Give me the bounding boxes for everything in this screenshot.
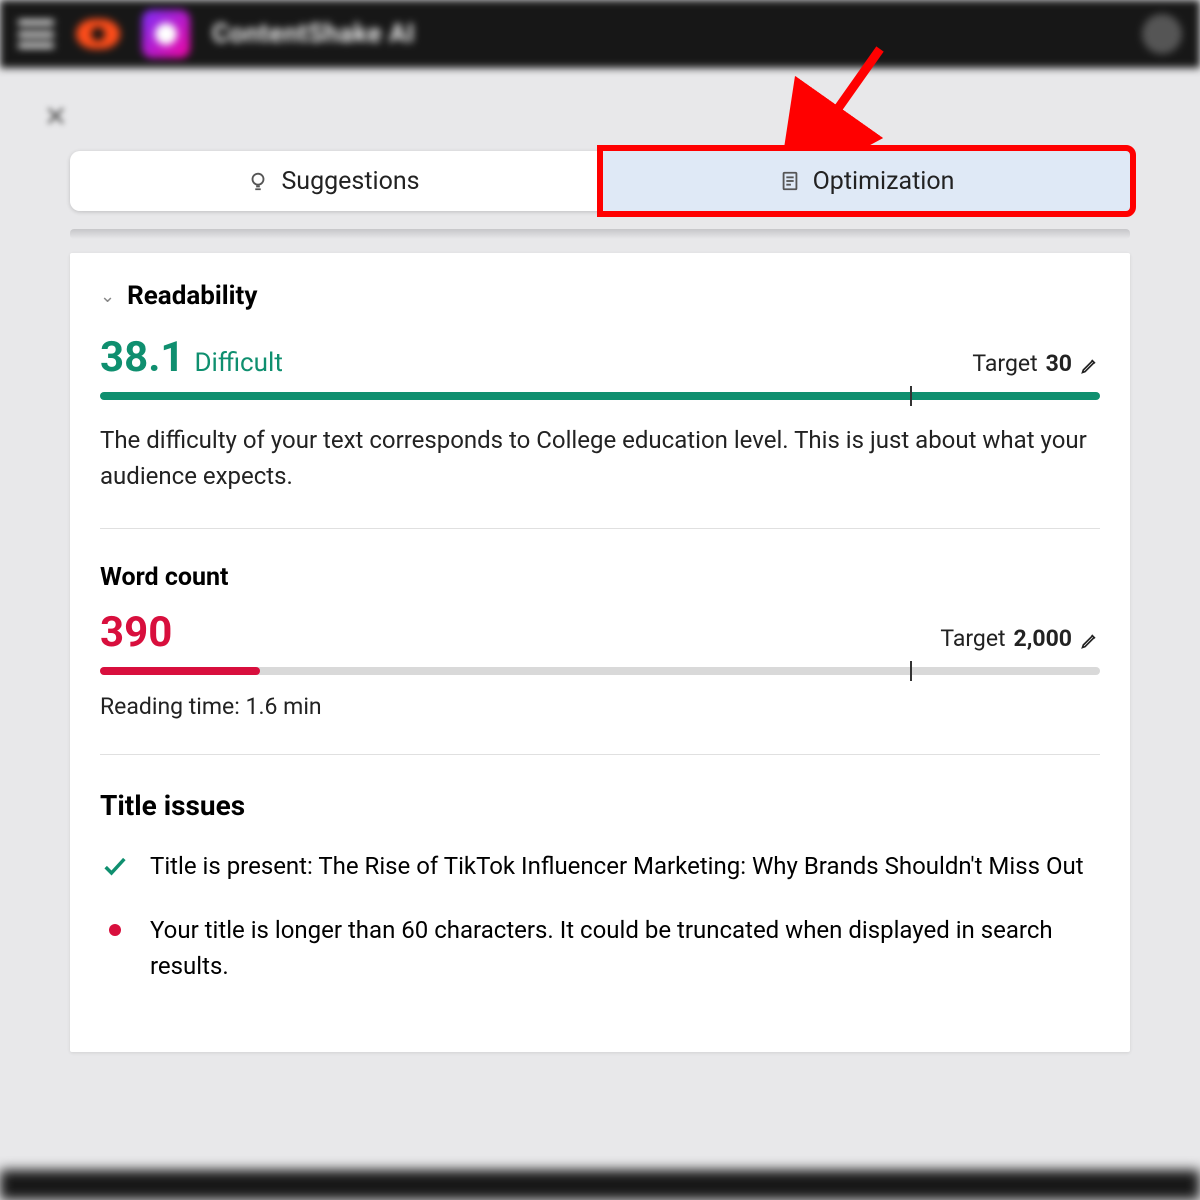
app-name: ContentShake AI <box>212 19 415 49</box>
pencil-icon[interactable] <box>1080 629 1100 649</box>
pencil-icon[interactable] <box>1080 354 1100 374</box>
bottom-edge <box>0 1170 1200 1200</box>
issue-row: Title is present: The Rise of TikTok Inf… <box>100 848 1100 884</box>
title-issues-heading: Title issues <box>100 789 1100 822</box>
wordcount-bar <box>100 667 1100 675</box>
reading-time: Reading time: 1.6 min <box>100 693 1100 720</box>
brand-logo-icon[interactable] <box>76 19 120 49</box>
target-value: 30 <box>1046 350 1072 377</box>
app-icon[interactable] <box>142 10 190 58</box>
readability-header[interactable]: ⌄ Readability <box>100 281 1100 311</box>
readability-description: The difficulty of your text corresponds … <box>100 422 1100 494</box>
optimization-panel: ⌄ Readability 38.1 Difficult Target 30 T… <box>70 253 1130 1052</box>
wordcount-target[interactable]: Target 2,000 <box>940 625 1100 652</box>
divider-shadow <box>70 229 1130 239</box>
avatar[interactable] <box>1142 14 1182 54</box>
issue-row: Your title is longer than 60 characters.… <box>100 912 1100 984</box>
menu-icon[interactable] <box>18 20 54 48</box>
section-title: Readability <box>127 281 257 311</box>
issue-text: Title is present: The Rise of TikTok Inf… <box>150 848 1084 884</box>
issue-text: Your title is longer than 60 characters.… <box>150 912 1100 984</box>
target-prefix: Target <box>972 350 1037 377</box>
wordcount-fill <box>100 667 260 675</box>
error-dot-icon <box>100 912 130 984</box>
close-icon[interactable]: ✕ <box>44 100 67 133</box>
tab-label: Optimization <box>813 167 955 196</box>
chevron-down-icon: ⌄ <box>100 286 115 307</box>
app-topbar: ContentShake AI <box>0 0 1200 68</box>
wordcount-title: Word count <box>100 563 1100 592</box>
check-icon <box>100 848 130 884</box>
readability-bar <box>100 392 1100 400</box>
readability-target[interactable]: Target 30 <box>972 350 1100 377</box>
lightbulb-icon <box>247 170 269 192</box>
readability-label: Difficult <box>194 348 282 378</box>
wordcount-value: 390 <box>100 608 172 657</box>
target-tick <box>910 661 912 681</box>
target-value: 2,000 <box>1014 625 1072 652</box>
readability-score: 38.1 <box>100 333 184 382</box>
document-icon <box>779 170 801 192</box>
divider <box>100 754 1100 755</box>
divider <box>100 528 1100 529</box>
tab-optimization[interactable]: Optimization <box>597 145 1136 217</box>
tab-label: Suggestions <box>281 167 419 196</box>
tab-bar: Suggestions Optimization <box>70 151 1130 211</box>
tab-suggestions[interactable]: Suggestions <box>70 151 597 211</box>
target-tick <box>910 386 912 406</box>
target-prefix: Target <box>940 625 1005 652</box>
